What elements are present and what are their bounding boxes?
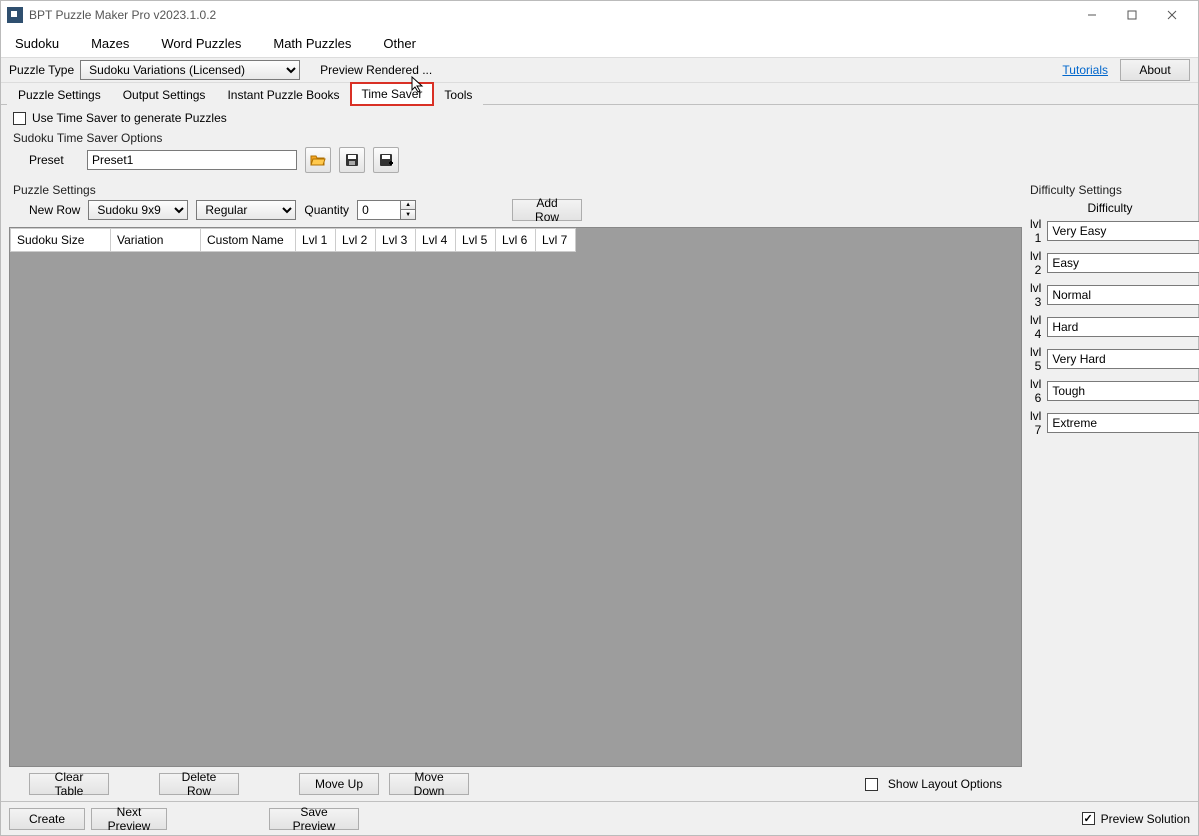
create-button[interactable]: Create (9, 808, 85, 830)
close-button[interactable] (1152, 1, 1192, 29)
lvl1-input[interactable] (1047, 221, 1199, 241)
menu-sudoku[interactable]: Sudoku (9, 32, 65, 55)
preset-input[interactable] (87, 150, 297, 170)
col-lvl5[interactable]: Lvl 5 (456, 229, 496, 252)
col-custom-name[interactable]: Custom Name (201, 229, 296, 252)
menubar: Sudoku Mazes Word Puzzles Math Puzzles O… (1, 29, 1198, 57)
move-up-button[interactable]: Move Up (299, 773, 379, 795)
show-layout-options-label: Show Layout Options (888, 777, 1002, 791)
move-down-button[interactable]: Move Down (389, 773, 469, 795)
sudoku-size-select[interactable]: Sudoku 9x9 (88, 200, 188, 220)
tab-output-settings[interactable]: Output Settings (112, 84, 217, 105)
menu-other[interactable]: Other (377, 32, 422, 55)
preview-solution-label: Preview Solution (1101, 812, 1190, 826)
save-as-preset-button[interactable] (373, 147, 399, 173)
col-sudoku-size[interactable]: Sudoku Size (11, 229, 111, 252)
lvl7-label: lvl 7 (1030, 409, 1041, 437)
save-preset-button[interactable] (339, 147, 365, 173)
tutorials-link[interactable]: Tutorials (1062, 63, 1108, 77)
lvl3-label: lvl 3 (1030, 281, 1041, 309)
tab-puzzle-settings[interactable]: Puzzle Settings (7, 84, 112, 105)
lvl6-label: lvl 6 (1030, 377, 1041, 405)
tab-instant-puzzle-books[interactable]: Instant Puzzle Books (216, 84, 350, 105)
lvl2-label: lvl 2 (1030, 249, 1041, 277)
col-lvl3[interactable]: Lvl 3 (376, 229, 416, 252)
quantity-stepper[interactable]: ▲▼ (357, 200, 416, 220)
lvl2-input[interactable] (1047, 253, 1199, 273)
time-saver-options-label: Sudoku Time Saver Options (9, 127, 1190, 147)
col-lvl2[interactable]: Lvl 2 (336, 229, 376, 252)
save-icon (344, 152, 360, 168)
puzzle-settings-label: Puzzle Settings (9, 179, 1022, 199)
lvl3-input[interactable] (1047, 285, 1199, 305)
quantity-up[interactable]: ▲ (401, 201, 415, 210)
col-lvl4[interactable]: Lvl 4 (416, 229, 456, 252)
lvl7-input[interactable] (1047, 413, 1199, 433)
lvl5-label: lvl 5 (1030, 345, 1041, 373)
puzzle-type-label: Puzzle Type (9, 63, 74, 77)
add-row-button[interactable]: Add Row (512, 199, 582, 221)
menu-mazes[interactable]: Mazes (85, 32, 135, 55)
tab-tools[interactable]: Tools (433, 84, 483, 105)
use-time-saver-checkbox[interactable] (13, 112, 26, 125)
difficulty-header: Difficulty (1030, 199, 1190, 217)
app-icon (7, 7, 23, 23)
clear-table-button[interactable]: Clear Table (29, 773, 109, 795)
new-row-label: New Row (29, 203, 80, 217)
window-title: BPT Puzzle Maker Pro v2023.1.0.2 (29, 8, 216, 22)
titlebar: BPT Puzzle Maker Pro v2023.1.0.2 (1, 1, 1198, 29)
quantity-label: Quantity (304, 203, 349, 217)
content-area: Use Time Saver to generate Puzzles Sudok… (1, 105, 1198, 801)
show-layout-options-checkbox[interactable] (865, 778, 878, 791)
col-lvl1[interactable]: Lvl 1 (296, 229, 336, 252)
difficulty-settings-label: Difficulty Settings (1030, 179, 1190, 199)
lvl4-input[interactable] (1047, 317, 1199, 337)
col-variation[interactable]: Variation (111, 229, 201, 252)
folder-open-icon (310, 152, 326, 168)
about-button[interactable]: About (1120, 59, 1190, 81)
open-preset-button[interactable] (305, 147, 331, 173)
use-time-saver-label: Use Time Saver to generate Puzzles (32, 111, 227, 125)
lvl1-label: lvl 1 (1030, 217, 1041, 245)
preset-label: Preset (29, 153, 79, 167)
lvl5-input[interactable] (1047, 349, 1199, 369)
next-preview-button[interactable]: Next Preview (91, 808, 167, 830)
quantity-input[interactable] (358, 201, 400, 219)
puzzle-type-select[interactable]: Sudoku Variations (Licensed) (80, 60, 300, 80)
preview-solution-checkbox[interactable] (1082, 812, 1095, 825)
puzzle-table[interactable]: Sudoku Size Variation Custom Name Lvl 1 … (9, 227, 1022, 767)
col-lvl7[interactable]: Lvl 7 (536, 229, 576, 252)
menu-math-puzzles[interactable]: Math Puzzles (267, 32, 357, 55)
tab-time-saver[interactable]: Time Saver (351, 83, 434, 105)
preview-status: Preview Rendered ... (320, 63, 432, 77)
tabstrip: Puzzle Settings Output Settings Instant … (1, 83, 1198, 105)
save-preview-button[interactable]: Save Preview (269, 808, 359, 830)
col-lvl6[interactable]: Lvl 6 (496, 229, 536, 252)
delete-row-button[interactable]: Delete Row (159, 773, 239, 795)
menu-word-puzzles[interactable]: Word Puzzles (155, 32, 247, 55)
variation-select[interactable]: Regular (196, 200, 296, 220)
lvl6-input[interactable] (1047, 381, 1199, 401)
top-toolbar: Puzzle Type Sudoku Variations (Licensed)… (1, 57, 1198, 83)
minimize-button[interactable] (1072, 1, 1112, 29)
save-plus-icon (378, 152, 394, 168)
maximize-button[interactable] (1112, 1, 1152, 29)
lvl4-label: lvl 4 (1030, 313, 1041, 341)
bottom-bar: Create Next Preview Save Preview Preview… (1, 801, 1198, 835)
quantity-down[interactable]: ▼ (401, 210, 415, 219)
